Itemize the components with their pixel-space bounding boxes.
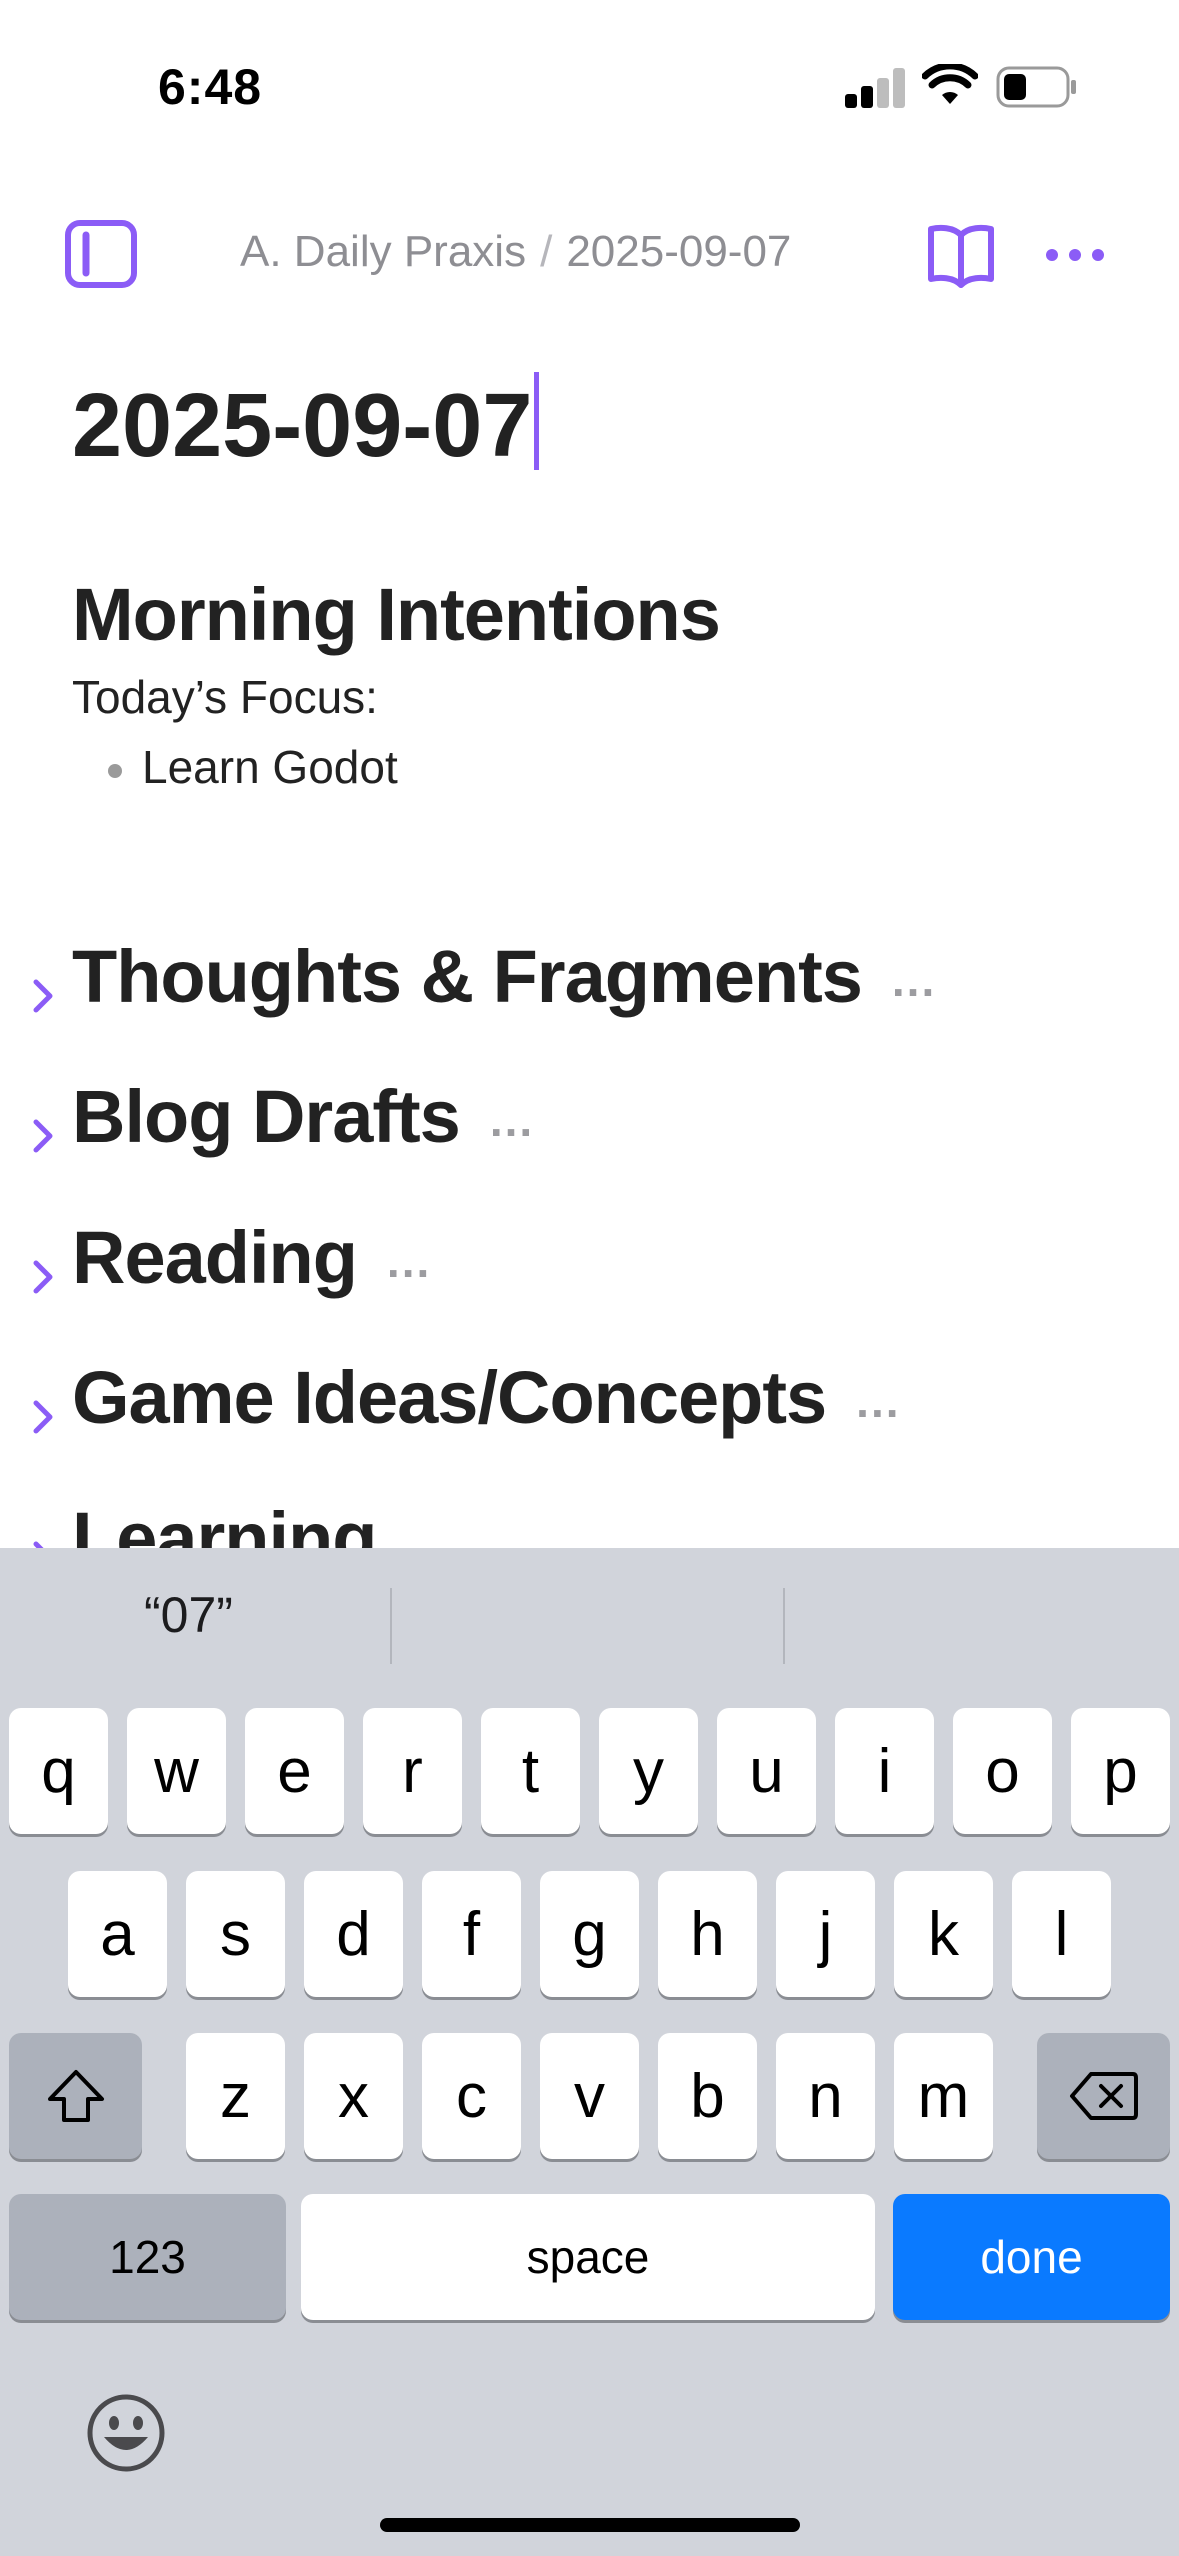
key-x[interactable]: x xyxy=(304,2033,403,2159)
space-key[interactable]: space xyxy=(301,2194,875,2320)
key-p[interactable]: p xyxy=(1071,1708,1170,1834)
suggestion-divider xyxy=(783,1588,785,1664)
key-f[interactable]: f xyxy=(422,1871,521,1997)
section-heading-text[interactable]: Reading xyxy=(72,1216,358,1299)
navigation-bar: A. Daily Praxis / 2025-09-07 xyxy=(0,205,1179,305)
numbers-key[interactable]: 123 xyxy=(9,2194,286,2320)
shift-key[interactable] xyxy=(9,2033,142,2159)
key-m[interactable]: m xyxy=(894,2033,993,2159)
suggestion-bar: “07” xyxy=(0,1548,1179,1698)
suggestion-item[interactable]: “07” xyxy=(144,1586,233,1644)
key-o[interactable]: o xyxy=(953,1708,1052,1834)
section-heading[interactable]: Reading... xyxy=(72,1215,431,1300)
section-heading[interactable]: Game Ideas/Concepts... xyxy=(72,1355,901,1440)
key-v[interactable]: v xyxy=(540,2033,639,2159)
breadcrumb[interactable]: A. Daily Praxis / 2025-09-07 xyxy=(240,227,791,277)
chevron-right-icon[interactable] xyxy=(30,1397,56,1437)
status-bar: 6:48 xyxy=(0,0,1179,150)
collapsed-ellipsis[interactable]: ... xyxy=(490,1093,534,1147)
key-r[interactable]: r xyxy=(363,1708,462,1834)
breadcrumb-separator: / xyxy=(540,227,553,276)
section-heading-text[interactable]: Learning xyxy=(72,1497,377,1548)
section-learning[interactable]: Learning xyxy=(0,1496,1179,1548)
key-y[interactable]: y xyxy=(599,1708,698,1834)
chevron-right-icon[interactable] xyxy=(30,1257,56,1297)
sidebar-toggle-icon[interactable] xyxy=(64,219,138,291)
note-content: 6:48 A. Daily Praxis / 2025-09-07 2025-09-… xyxy=(0,0,1179,1548)
key-i[interactable]: i xyxy=(835,1708,934,1834)
wifi-icon xyxy=(922,64,978,104)
status-time: 6:48 xyxy=(158,59,263,115)
text-cursor xyxy=(534,372,540,470)
chevron-right-icon[interactable] xyxy=(30,976,56,1016)
home-indicator xyxy=(380,2518,800,2532)
book-icon[interactable] xyxy=(926,219,996,291)
key-g[interactable]: g xyxy=(540,1871,639,1997)
list-item-text[interactable]: Learn Godot xyxy=(142,740,398,794)
collapsed-ellipsis[interactable]: ... xyxy=(892,953,936,1007)
key-b[interactable]: b xyxy=(658,2033,757,2159)
section-heading[interactable]: Thoughts & Fragments... xyxy=(72,934,936,1019)
key-c[interactable]: c xyxy=(422,2033,521,2159)
breadcrumb-current: 2025-09-07 xyxy=(566,227,792,276)
key-q[interactable]: q xyxy=(9,1708,108,1834)
cellular-signal-icon xyxy=(845,68,907,108)
key-u[interactable]: u xyxy=(717,1708,816,1834)
keyboard: “07” q w e r t y u i o p a s d f g h j k… xyxy=(0,1548,1179,2556)
focus-label[interactable]: Today’s Focus: xyxy=(72,670,378,724)
collapsed-ellipsis[interactable]: ... xyxy=(387,1234,431,1288)
section-heading-text[interactable]: Blog Drafts xyxy=(72,1075,461,1158)
key-n[interactable]: n xyxy=(776,2033,875,2159)
emoji-icon[interactable] xyxy=(86,2393,166,2473)
chevron-right-icon[interactable] xyxy=(30,1538,56,1548)
key-a[interactable]: a xyxy=(68,1871,167,1997)
backspace-icon xyxy=(1069,2072,1138,2120)
section-blog-drafts[interactable]: Blog Drafts... xyxy=(0,1074,1179,1184)
section-heading-text[interactable]: Game Ideas/Concepts xyxy=(72,1356,827,1439)
key-j[interactable]: j xyxy=(776,1871,875,1997)
key-d[interactable]: d xyxy=(304,1871,403,1997)
bullet-icon xyxy=(108,764,122,778)
suggestion-divider xyxy=(390,1588,392,1664)
section-game-ideas[interactable]: Game Ideas/Concepts... xyxy=(0,1355,1179,1465)
section-heading[interactable]: Blog Drafts... xyxy=(72,1074,534,1159)
key-e[interactable]: e xyxy=(245,1708,344,1834)
breadcrumb-parent[interactable]: A. Daily Praxis xyxy=(240,227,526,276)
key-s[interactable]: s xyxy=(186,1871,285,1997)
key-l[interactable]: l xyxy=(1012,1871,1111,1997)
section-thoughts-fragments[interactable]: Thoughts & Fragments... xyxy=(0,934,1179,1044)
chevron-right-icon[interactable] xyxy=(30,1116,56,1156)
shift-icon xyxy=(47,2070,104,2122)
key-w[interactable]: w xyxy=(127,1708,226,1834)
delete-key[interactable] xyxy=(1037,2033,1170,2159)
key-k[interactable]: k xyxy=(894,1871,993,1997)
key-h[interactable]: h xyxy=(658,1871,757,1997)
key-z[interactable]: z xyxy=(186,2033,285,2159)
section-heading[interactable]: Learning xyxy=(72,1496,377,1548)
page-title-text[interactable]: 2025-09-07 xyxy=(72,376,532,476)
done-key[interactable]: done xyxy=(893,2194,1170,2320)
battery-icon xyxy=(996,66,1076,108)
morning-intentions-heading[interactable]: Morning Intentions xyxy=(72,572,721,657)
page-title[interactable]: 2025-09-07 xyxy=(72,372,540,478)
key-t[interactable]: t xyxy=(481,1708,580,1834)
collapsed-ellipsis[interactable]: ... xyxy=(856,1374,900,1428)
section-heading-text[interactable]: Thoughts & Fragments xyxy=(72,935,863,1018)
section-reading[interactable]: Reading... xyxy=(0,1215,1179,1325)
more-icon[interactable] xyxy=(1044,235,1106,275)
